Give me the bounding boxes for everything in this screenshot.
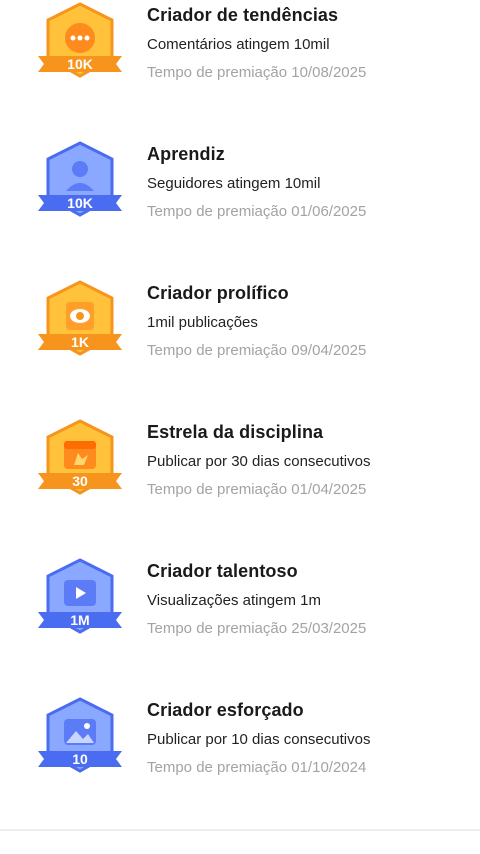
badge-label: 10K [67, 56, 93, 72]
achievement-item[interactable]: 10K Aprendiz Seguidores atingem 10mil Te… [0, 139, 480, 249]
award-time: Tempo de premiação 09/04/2025 [147, 342, 367, 359]
award-time: Tempo de premiação 01/10/2024 [147, 759, 367, 776]
achievement-title: Criador esforçado [147, 700, 304, 720]
bottom-divider [0, 829, 480, 831]
achievement-title: Criador talentoso [147, 561, 298, 581]
award-time: Tempo de premiação 10/08/2025 [147, 64, 367, 81]
photo-icon: 10 [38, 697, 122, 773]
achievement-item[interactable]: 1M Criador talentoso Visualizações ating… [0, 556, 480, 666]
badge-discipline-star: 30 [28, 417, 132, 513]
award-time: Tempo de premiação 25/03/2025 [147, 620, 367, 637]
person-icon: 10K [38, 141, 122, 217]
badge-label: 1M [70, 612, 89, 628]
achievement-description: 1mil publicações [147, 314, 258, 331]
achievement-title: Criador prolífico [147, 283, 289, 303]
comment-bubble-icon: 10K [38, 2, 122, 78]
achievement-title: Criador de tendências [147, 5, 339, 25]
achievement-item[interactable]: 30 Estrela da disciplina Publicar por 30… [0, 417, 480, 527]
badge-label: 10 [72, 751, 88, 767]
calendar-icon: 30 [38, 419, 122, 495]
achievement-description: Publicar por 30 dias consecutivos [147, 453, 371, 470]
achievement-title: Estrela da disciplina [147, 422, 324, 442]
achievement-item[interactable]: 10 Criador esforçado Publicar por 10 dia… [0, 695, 480, 805]
achievement-description: Publicar por 10 dias consecutivos [147, 731, 371, 748]
award-time: Tempo de premiação 01/06/2025 [147, 203, 367, 220]
achievement-description: Comentários atingem 10mil [147, 36, 330, 53]
badge-prolific-creator: 1K [28, 278, 132, 374]
award-time: Tempo de premiação 01/04/2025 [147, 481, 367, 498]
badge-talented-creator: 1M [28, 556, 132, 652]
badge-label: 10K [67, 195, 93, 211]
badge-trend-creator: 10K [28, 0, 132, 96]
badge-apprentice: 10K [28, 139, 132, 235]
badge-diligent-creator: 10 [28, 695, 132, 791]
achievement-title: Aprendiz [147, 144, 225, 164]
achievement-item[interactable]: 1K Criador prolífico 1mil publicações Te… [0, 278, 480, 388]
badge-label: 1K [71, 334, 89, 350]
achievement-description: Seguidores atingem 10mil [147, 175, 321, 192]
achievement-description: Visualizações atingem 1m [147, 592, 321, 609]
badge-label: 30 [72, 473, 88, 489]
eye-icon: 1K [38, 280, 122, 356]
play-video-icon: 1M [38, 558, 122, 634]
achievement-item[interactable]: 10K Criador de tendências Comentários at… [0, 0, 480, 110]
